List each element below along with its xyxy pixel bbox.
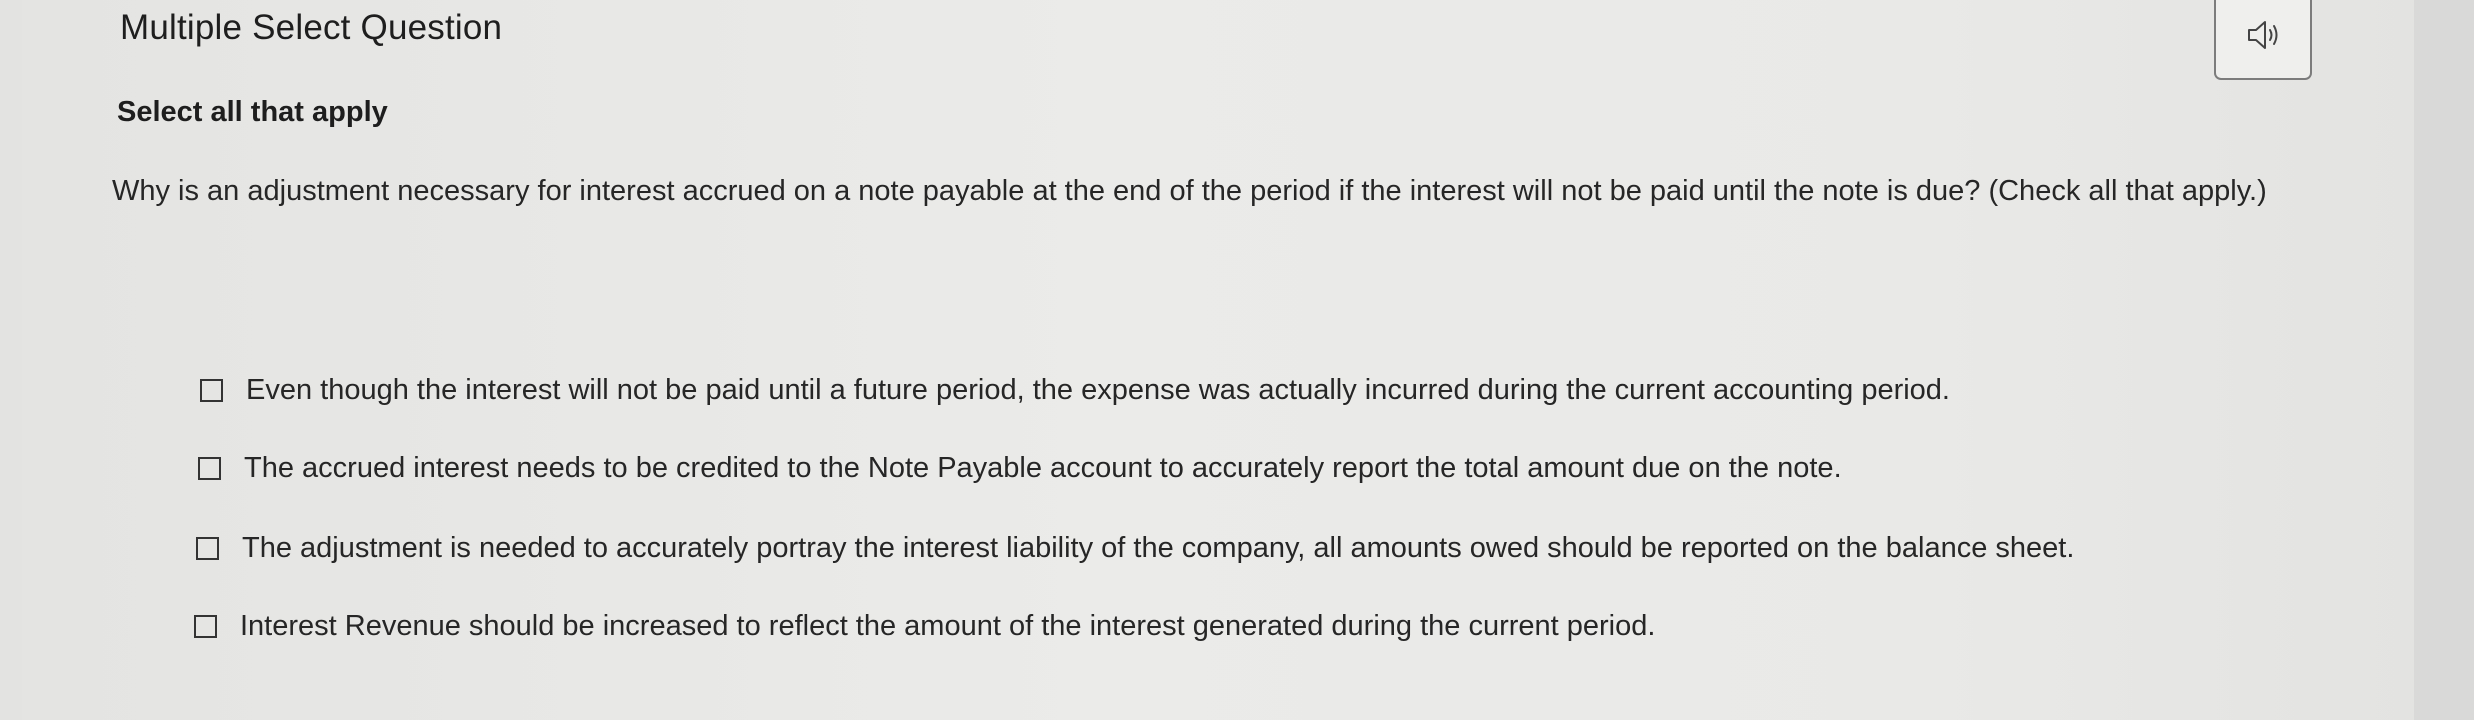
answer-option-3[interactable]: The adjustment is needed to accurately p… [196, 532, 2074, 565]
answer-option-label: Even though the interest will not be pai… [246, 374, 1950, 406]
read-aloud-button[interactable] [2214, 0, 2312, 80]
checkbox[interactable] [198, 457, 221, 480]
checkbox[interactable] [196, 537, 219, 560]
answer-option-label: The adjustment is needed to accurately p… [242, 532, 2075, 564]
answer-option-2[interactable]: The accrued interest needs to be credite… [198, 452, 1842, 485]
answer-option-label: The accrued interest needs to be credite… [244, 452, 1842, 484]
question-prompt: Why is an adjustment necessary for inter… [112, 175, 2267, 207]
answer-option-4[interactable]: Interest Revenue should be increased to … [194, 610, 1655, 643]
instruction-text: Select all that apply [117, 96, 388, 128]
answer-option-1[interactable]: Even though the interest will not be pai… [200, 374, 1950, 407]
checkbox[interactable] [194, 615, 217, 638]
question-type-title: Multiple Select Question [120, 8, 503, 47]
answer-option-label: Interest Revenue should be increased to … [240, 610, 1656, 642]
speaker-icon [2248, 21, 2278, 49]
checkbox[interactable] [200, 379, 223, 402]
scroll-gutter [2414, 0, 2474, 720]
